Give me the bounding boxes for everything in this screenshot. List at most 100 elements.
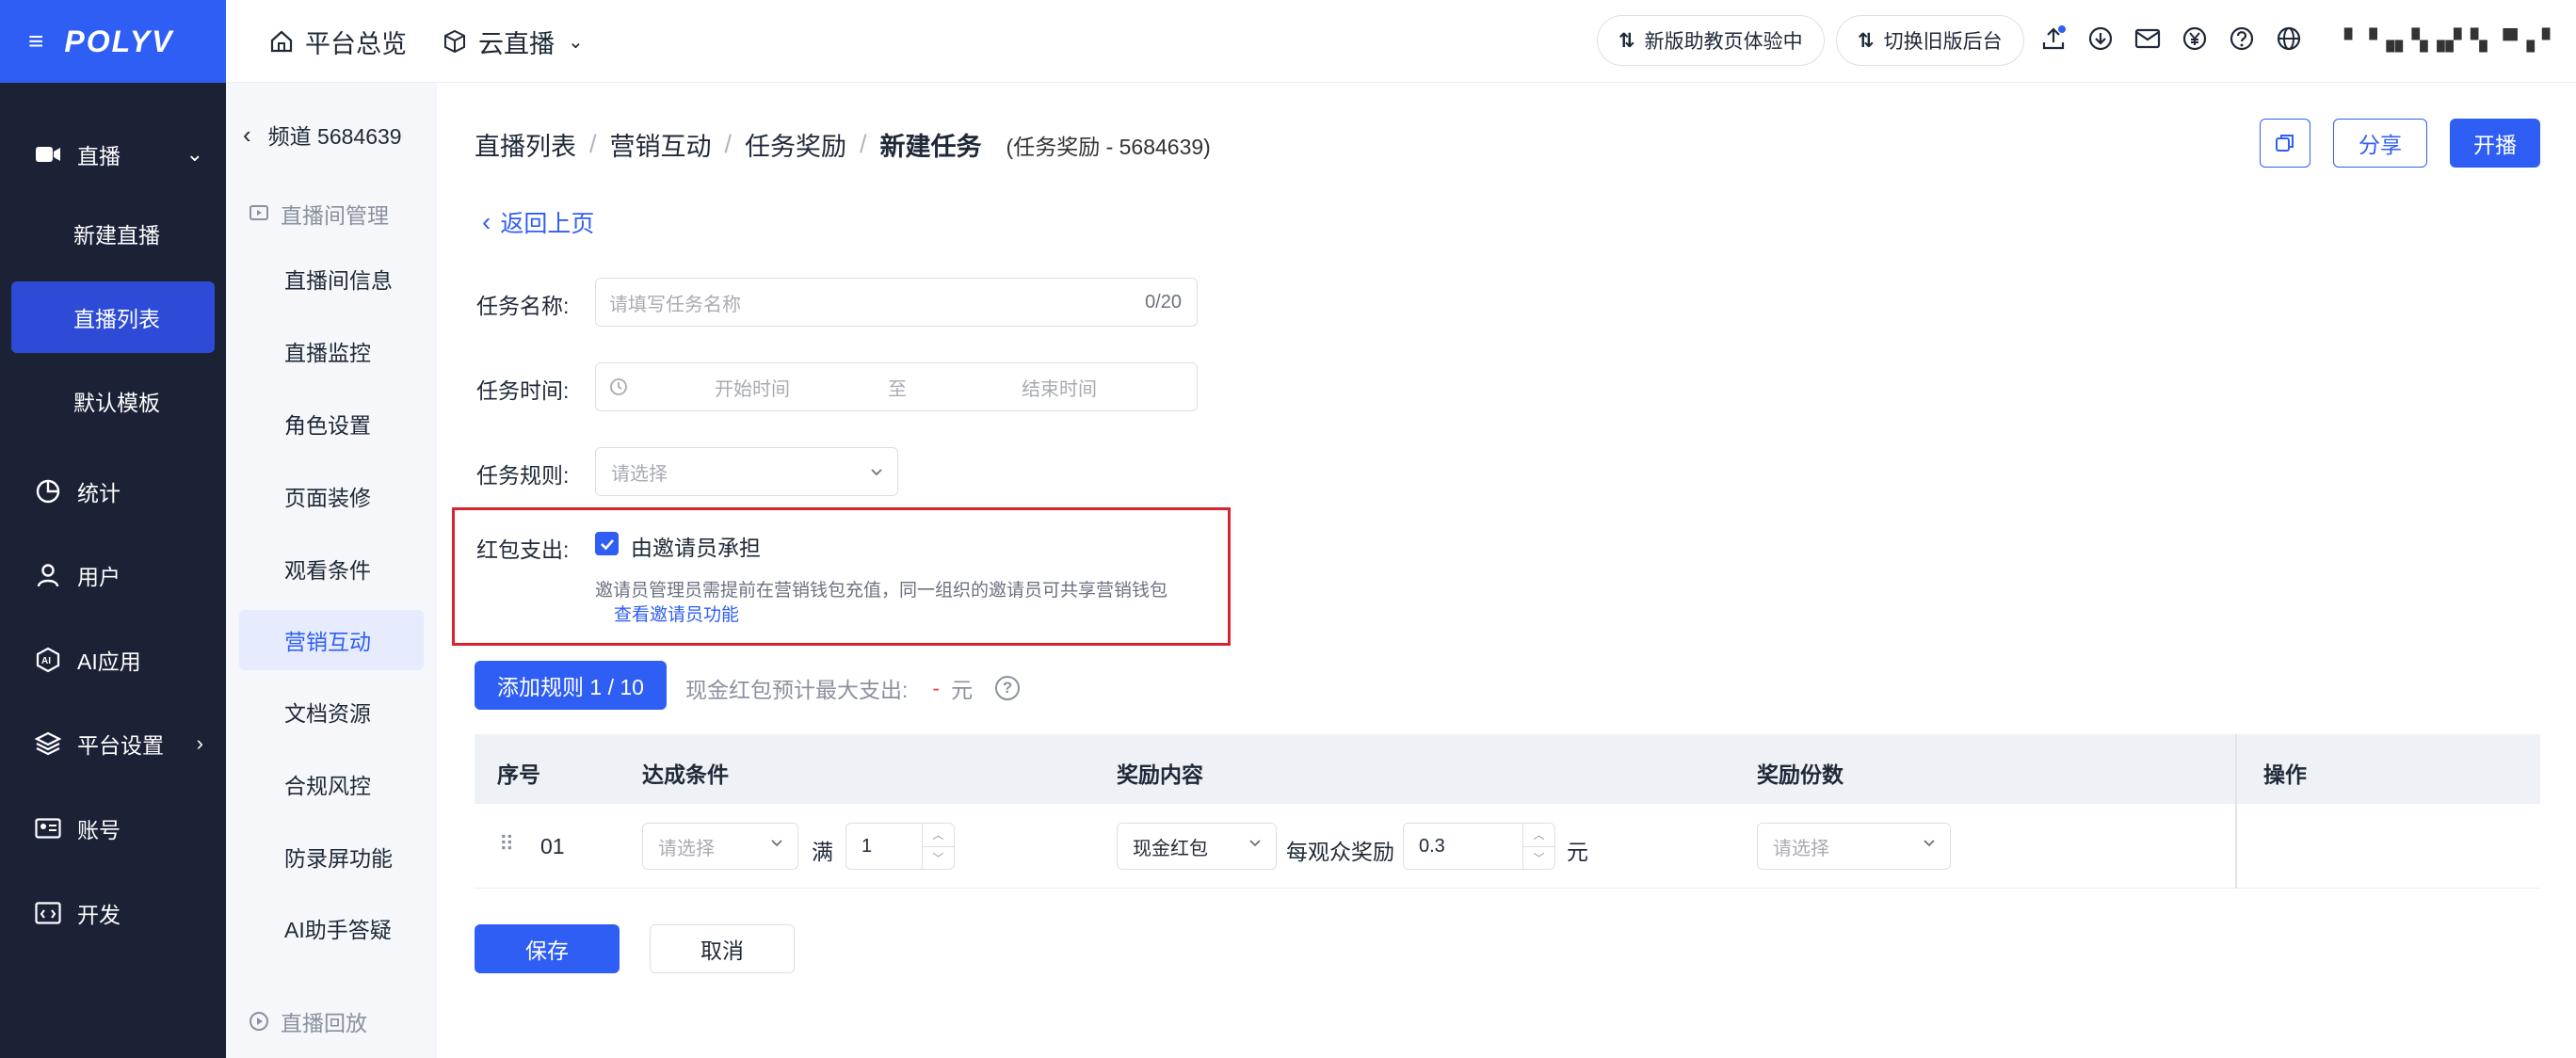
reward-count-placeholder: 请选择 [1773,838,1829,859]
reward-count-select[interactable]: 请选择 [1757,823,1951,870]
row-index: 01 [540,834,565,858]
top-nav-overview-label: 平台总览 [305,29,407,58]
nav-ai[interactable]: AI AI应用 [0,624,226,696]
full-value-stepper[interactable]: 1 ︿ ﹀ [845,823,955,870]
subnav-item-decoration[interactable]: 页面装修 [239,466,424,526]
full-label: 满 [812,840,833,864]
subnav-item-room-info[interactable]: 直播间信息 [239,248,424,309]
globe-icon[interactable] [2275,24,2303,53]
budget-value: - [932,675,941,700]
time-start-placeholder[interactable]: 开始时间 [715,374,790,401]
share-button[interactable]: 分享 [2333,119,2427,168]
logo-bar: ≡ POLYV [0,0,226,83]
view-inviter-link[interactable]: 查看邀请员功能 [614,601,739,626]
help-icon[interactable]: ? [995,676,1021,700]
nav-sub-new-live[interactable]: 新建直播 [0,198,226,269]
main-sidebar: ≡ POLYV 直播 ⌄ 新建直播 直播列表 默认模板 统计 用户 AI AI应… [0,0,226,1058]
subnav-item-compliance[interactable]: 合规风控 [239,754,424,814]
clock-icon [610,378,627,395]
th-actions: 操作 [2263,762,2307,787]
add-rule-button[interactable]: 添加规则 1 / 10 [475,661,667,710]
per-viewer-stepper[interactable]: 0.3 ︿ ﹀ [1403,823,1555,870]
chevron-down-icon[interactable]: ﹀ [923,847,954,870]
drag-handle-icon[interactable]: ⠿ [499,832,514,857]
subnav-item-monitor[interactable]: 直播监控 [239,321,424,381]
switch-arrows-icon: ⇅ [1858,29,1875,52]
copy-button[interactable] [2260,119,2310,168]
task-name-input[interactable]: 请填写任务名称 0/20 [595,278,1198,327]
table-row: ⠿ 01 请选择 满 1 ︿ ﹀ 现金红包 每观众奖励 0.3 ︿ ﹀ 元 请选择 [475,804,2540,889]
inviter-bears-label[interactable]: 由邀请员承担 [631,530,761,562]
subnav-item-anti-record[interactable]: 防录屏功能 [239,826,424,887]
nav-stats[interactable]: 统计 [0,456,226,527]
nav-dev[interactable]: 开发 [0,877,226,949]
menu-icon[interactable]: ≡ [28,26,43,56]
checkmark-icon [600,538,614,550]
nav-platform-label: 平台设置 [77,733,164,758]
logo[interactable]: POLYV [64,24,173,59]
subnav-item-documents[interactable]: 文档资源 [239,681,424,742]
task-name-placeholder: 请填写任务名称 [609,294,741,315]
subnav-item-watch-conditions[interactable]: 观看条件 [239,538,424,599]
chevron-down-icon: ⌄ [185,142,203,166]
channel-sidebar: ‹ 频道 5684639 直播间管理 直播间信息 直播监控 角色设置 页面装修 … [226,83,437,1058]
subnav-item-marketing[interactable]: 营销互动 [239,610,424,670]
top-nav-cloudlive[interactable]: 云直播 ⌄ [443,0,584,83]
reward-type-value: 现金红包 [1133,838,1208,859]
help-icon[interactable] [2228,24,2256,53]
chevron-up-icon[interactable]: ︿ [1523,824,1554,847]
task-time-label: 任务时间: [476,378,570,403]
nav-live[interactable]: 直播 ⌄ [0,119,226,190]
nav-platform-settings[interactable]: 平台设置 › [0,708,226,779]
username[interactable]: ▘▝▗▖▚▗▞▝▖ ▀▗ ▘ [2344,28,2559,53]
back-link[interactable]: ‹ 返回上页 [482,205,594,239]
per-viewer-unit: 元 [1567,840,1588,864]
time-end-placeholder[interactable]: 结束时间 [1022,374,1097,401]
nav-users[interactable]: 用户 [0,539,226,611]
condition-select[interactable]: 请选择 [642,823,798,870]
chevron-down-icon [1924,840,1935,847]
breadcrumb-marketing[interactable]: 营销互动 [610,126,712,163]
chevron-down-icon: ⌄ [568,31,584,53]
group-playback-label: 直播回放 [281,1011,367,1035]
layers-icon [34,729,62,758]
switch-old-pill[interactable]: ⇅ 切换旧版后台 [1836,15,2024,66]
inviter-bears-checkbox[interactable] [595,532,619,555]
nav-sub-default-template[interactable]: 默认模板 [0,365,226,437]
task-rule-placeholder: 请选择 [611,463,668,485]
download-icon[interactable] [2086,24,2115,53]
breadcrumb: 直播列表 / 营销互动 / 任务奖励 / 新建任务 (任务奖励 - 568463… [475,126,1211,163]
screen-icon [250,205,268,220]
task-rule-select[interactable]: 请选择 [595,447,898,496]
condition-placeholder: 请选择 [658,838,715,859]
breadcrumb-current: 新建任务 [879,133,982,161]
channel-back[interactable]: ‹ 频道 5684639 [243,119,402,151]
yuan-icon[interactable] [2181,24,2209,53]
save-button[interactable]: 保存 [475,924,620,973]
reward-type-select[interactable]: 现金红包 [1117,823,1277,870]
subnav-item-ai-assistant[interactable]: AI助手答疑 [239,898,424,958]
start-live-button[interactable]: 开播 [2450,119,2540,168]
mail-icon[interactable] [2133,24,2162,53]
breadcrumb-live-list[interactable]: 直播列表 [475,126,576,163]
switch-arrows-icon: ⇅ [1618,29,1635,52]
task-time-range[interactable]: 开始时间 至 结束时间 [595,362,1198,411]
breadcrumb-task-reward[interactable]: 任务奖励 [745,126,846,163]
subnav-item-roles[interactable]: 角色设置 [239,393,424,454]
new-assistant-pill[interactable]: ⇅ 新版助教页体验中 [1597,15,1825,66]
upload-icon[interactable] [2039,24,2068,53]
nav-sub-live-list[interactable]: 直播列表 [11,281,215,353]
chevron-up-icon[interactable]: ︿ [923,824,954,847]
code-window-icon [34,899,62,927]
stepper-controls[interactable]: ︿ ﹀ [1522,824,1554,869]
chevron-down-icon[interactable]: ﹀ [1523,847,1554,870]
cancel-button[interactable]: 取消 [650,924,795,973]
stepper-controls[interactable]: ︿ ﹀ [922,824,954,869]
channel-label: 频道 5684639 [267,124,402,149]
id-card-icon [34,814,62,842]
task-name-label: 任务名称: [476,294,570,318]
video-camera-icon [34,140,62,168]
nav-account[interactable]: 账号 [0,793,226,864]
chevron-right-icon: › [196,731,203,755]
top-nav-overview[interactable]: 平台总览 [269,0,407,83]
